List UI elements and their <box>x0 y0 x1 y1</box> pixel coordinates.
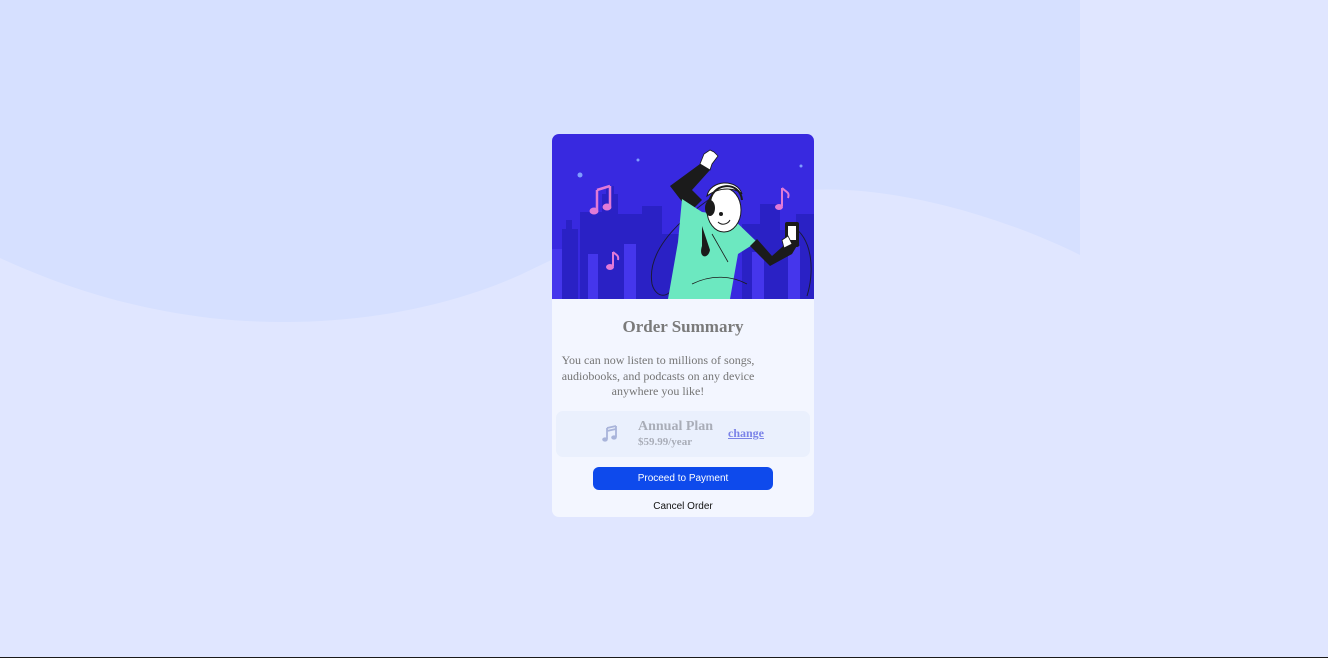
plan-price: $59.99/year <box>638 436 693 448</box>
hero-illustration <box>552 134 814 299</box>
plan-name: Annual Plan <box>638 419 714 434</box>
music-note-icon <box>602 425 617 442</box>
plan-summary-box: Annual Plan $59.99/year change <box>556 411 810 457</box>
cancel-order-button[interactable]: Cancel Order <box>633 498 733 514</box>
card-title: Order Summary <box>622 317 744 336</box>
proceed-to-payment-button[interactable]: Proceed to Payment <box>593 467 773 490</box>
background-wave-shape <box>0 0 1080 323</box>
order-summary-card: Order Summary You can now listen to mill… <box>552 134 814 517</box>
card-description: You can now listen to millions of songs,… <box>561 353 755 398</box>
change-plan-link[interactable]: change <box>728 426 764 441</box>
page-background: Order Summary You can now listen to mill… <box>0 0 1328 658</box>
